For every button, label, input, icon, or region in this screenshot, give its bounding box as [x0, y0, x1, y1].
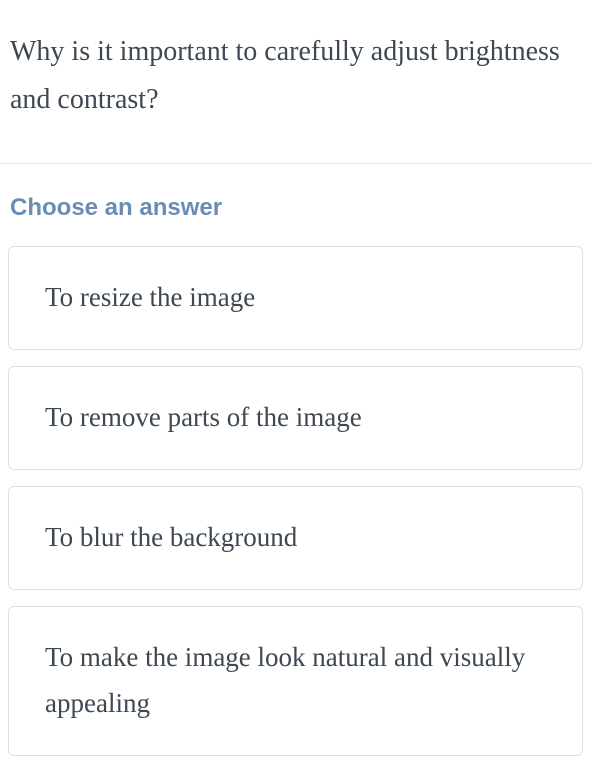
- options-list: To resize the image To remove parts of t…: [8, 246, 583, 755]
- answer-option-label: To resize the image: [45, 282, 255, 312]
- answer-heading: Choose an answer: [8, 194, 583, 222]
- answer-option-1[interactable]: To remove parts of the image: [8, 366, 583, 470]
- question-text: Why is it important to carefully adjust …: [10, 28, 581, 123]
- answer-option-2[interactable]: To blur the background: [8, 486, 583, 590]
- quiz-container: Why is it important to carefully adjust …: [0, 0, 591, 776]
- answer-option-label: To blur the background: [45, 522, 297, 552]
- question-section: Why is it important to carefully adjust …: [0, 0, 591, 164]
- answer-option-3[interactable]: To make the image look natural and visua…: [8, 606, 583, 756]
- answer-option-label: To make the image look natural and visua…: [45, 642, 525, 718]
- answer-option-0[interactable]: To resize the image: [8, 246, 583, 350]
- answer-option-label: To remove parts of the image: [45, 402, 362, 432]
- answer-section: Choose an answer To resize the image To …: [0, 164, 591, 775]
